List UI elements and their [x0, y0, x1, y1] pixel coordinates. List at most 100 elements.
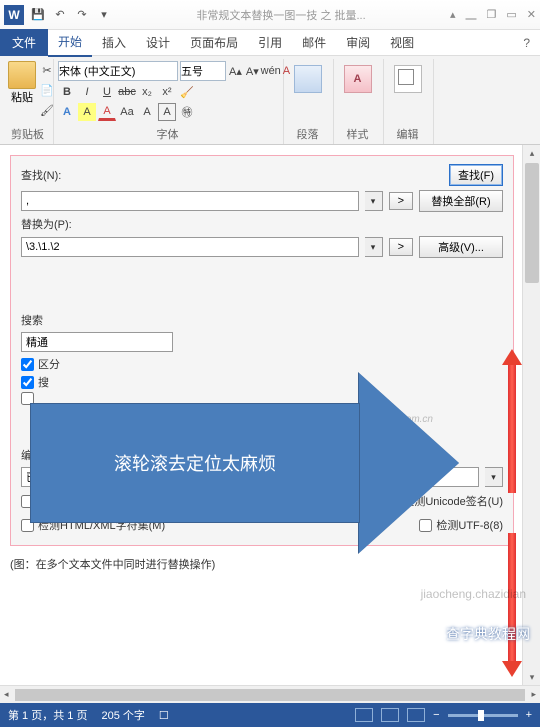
minimize-icon[interactable]: ⎽: [466, 8, 477, 21]
bold-button[interactable]: B: [58, 83, 76, 101]
print-layout-icon[interactable]: [381, 708, 399, 722]
clipboard-group: 粘贴 ✂ 📄 🖌 剪贴板: [4, 59, 54, 144]
window-controls: ▴ ⎽ ❐ ▭ ✕: [450, 8, 536, 21]
watermark-text: jiaocheng.chazidian: [421, 587, 526, 601]
quick-access-toolbar: 💾 ↶ ↷ ▾: [30, 7, 112, 23]
char-shading-icon[interactable]: A: [158, 103, 176, 121]
tab-mail[interactable]: 邮件: [292, 29, 336, 56]
paragraph-group[interactable]: 段落: [284, 59, 334, 144]
font-size-select[interactable]: [180, 61, 226, 81]
callout-text: 滚轮滚去定位太麻烦: [30, 403, 360, 523]
scroll-left-icon[interactable]: ◂: [0, 689, 13, 700]
undo-icon[interactable]: ↶: [52, 7, 68, 23]
clear-format-icon[interactable]: 🧹: [178, 83, 196, 101]
page-indicator[interactable]: 第 1 页，共 1 页: [8, 707, 87, 723]
hscroll-thumb[interactable]: [15, 689, 526, 701]
titlebar: W 💾 ↶ ↷ ▾ 非常规文本替换一图一技 之 批量... ▴ ⎽ ❐ ▭ ✕: [0, 0, 540, 30]
find-input[interactable]: [21, 191, 359, 211]
replace-dropdown-icon[interactable]: ▾: [365, 237, 383, 257]
document-canvas[interactable]: 查找(N): 查找(F) ▾ > 替换全部(R) 替换为(P): ▾ > 高级(…: [0, 145, 522, 685]
word-app-icon: W: [4, 5, 24, 25]
paragraph-label: 段落: [297, 123, 319, 142]
help-icon[interactable]: ?: [523, 36, 530, 50]
styles-label: 样式: [347, 123, 369, 142]
subscript-button[interactable]: x₂: [138, 83, 156, 101]
shrink-font-icon[interactable]: A▾: [245, 62, 260, 80]
search-mode-label: 搜索: [21, 312, 43, 328]
read-mode-icon[interactable]: [355, 708, 373, 722]
replace-input[interactable]: [21, 237, 359, 257]
tab-home[interactable]: 开始: [48, 28, 92, 57]
find-next-button[interactable]: >: [389, 192, 413, 210]
font-name-select[interactable]: [58, 61, 178, 81]
highlight-icon[interactable]: A: [78, 103, 96, 121]
superscript-button[interactable]: x²: [158, 83, 176, 101]
encoding-dropdown-icon[interactable]: ▾: [485, 467, 503, 487]
enclose-char-icon[interactable]: ㊕: [178, 103, 196, 121]
tab-file[interactable]: 文件: [0, 29, 48, 56]
ribbon-tabs: 文件 开始 插入 设计 页面布局 引用 邮件 审阅 视图 ?: [0, 30, 540, 56]
font-color-icon[interactable]: A: [98, 103, 116, 121]
qat-more-icon[interactable]: ▾: [96, 7, 112, 23]
search-mode-select[interactable]: [21, 332, 173, 352]
styles-group[interactable]: A 样式: [334, 59, 384, 144]
font-group: A▴ A▾ wén A B I U abc x₂ x² 🧹 A A A Aa A…: [54, 59, 284, 144]
zoom-in-button[interactable]: +: [526, 709, 532, 721]
watermark-cn: 查字典教程网: [446, 624, 530, 644]
paste-icon: [8, 61, 36, 89]
horizontal-scrollbar[interactable]: ◂ ▸: [0, 685, 540, 703]
document-area: 查找(N): 查找(F) ▾ > 替换全部(R) 替换为(P): ▾ > 高级(…: [0, 145, 540, 685]
replace-all-button[interactable]: 替换全部(R): [419, 190, 503, 212]
zoom-slider[interactable]: [448, 714, 518, 717]
statusbar: 第 1 页，共 1 页 205 个字 ☐ − +: [0, 703, 540, 727]
replace-next-button[interactable]: >: [389, 238, 413, 256]
window-title: 非常规文本替换一图一技 之 批量...: [112, 7, 450, 23]
editing-group[interactable]: 编辑: [384, 59, 434, 144]
region-checkbox[interactable]: [21, 358, 34, 371]
find-button[interactable]: 查找(F): [449, 164, 503, 186]
phonetic-icon[interactable]: A: [138, 103, 156, 121]
redo-icon[interactable]: ↷: [74, 7, 90, 23]
find-label: 查找(N):: [21, 167, 61, 183]
scroll-right-icon[interactable]: ▸: [527, 689, 540, 700]
web-layout-icon[interactable]: [407, 708, 425, 722]
change-case-icon[interactable]: Aa: [118, 103, 136, 121]
font-group-label: 字体: [58, 123, 277, 142]
ruby-icon[interactable]: wén: [262, 62, 280, 80]
italic-button[interactable]: I: [78, 83, 96, 101]
language-icon[interactable]: ☐: [159, 709, 169, 722]
paste-label: 粘贴: [11, 89, 33, 105]
clipboard-label: 剪贴板: [8, 123, 47, 142]
find-dropdown-icon[interactable]: ▾: [365, 191, 383, 211]
tab-insert[interactable]: 插入: [92, 29, 136, 56]
scroll-down-icon[interactable]: ▾: [523, 669, 540, 685]
close-icon[interactable]: ✕: [527, 8, 536, 21]
text-effects-icon[interactable]: A: [58, 103, 76, 121]
tab-view[interactable]: 视图: [380, 29, 424, 56]
word-count[interactable]: 205 个字: [101, 707, 144, 723]
grow-font-icon[interactable]: A▴: [228, 62, 243, 80]
arrow-head-shape: [359, 373, 459, 553]
tab-layout[interactable]: 页面布局: [180, 29, 248, 56]
arrow-callout[interactable]: 滚轮滚去定位太麻烦: [30, 373, 460, 553]
editing-label: 编辑: [397, 123, 419, 142]
paste-button[interactable]: 粘贴: [8, 61, 36, 119]
advanced-button[interactable]: 高级(V)...: [419, 236, 503, 258]
scrollbar-thumb[interactable]: [525, 163, 539, 283]
red-arrow-up: [508, 363, 516, 493]
maximize-icon[interactable]: ▭: [506, 8, 516, 21]
figure-caption: (图：在多个文本文件中同时进行替换操作): [10, 556, 514, 572]
ribbon: 粘贴 ✂ 📄 🖌 剪贴板 A▴ A▾ wén A B I U abc x₂ x²…: [0, 56, 540, 145]
save-icon[interactable]: 💾: [30, 7, 46, 23]
restore-icon[interactable]: ❐: [487, 8, 497, 21]
tab-references[interactable]: 引用: [248, 29, 292, 56]
zoom-out-button[interactable]: −: [433, 709, 439, 721]
underline-button[interactable]: U: [98, 83, 116, 101]
vertical-scrollbar[interactable]: ▴ ▾: [522, 145, 540, 685]
tab-design[interactable]: 设计: [136, 29, 180, 56]
find-icon: [394, 65, 422, 93]
strike-button[interactable]: abc: [118, 83, 136, 101]
tab-review[interactable]: 审阅: [336, 29, 380, 56]
scroll-up-icon[interactable]: ▴: [523, 145, 540, 161]
ribbon-toggle-icon[interactable]: ▴: [450, 8, 456, 21]
